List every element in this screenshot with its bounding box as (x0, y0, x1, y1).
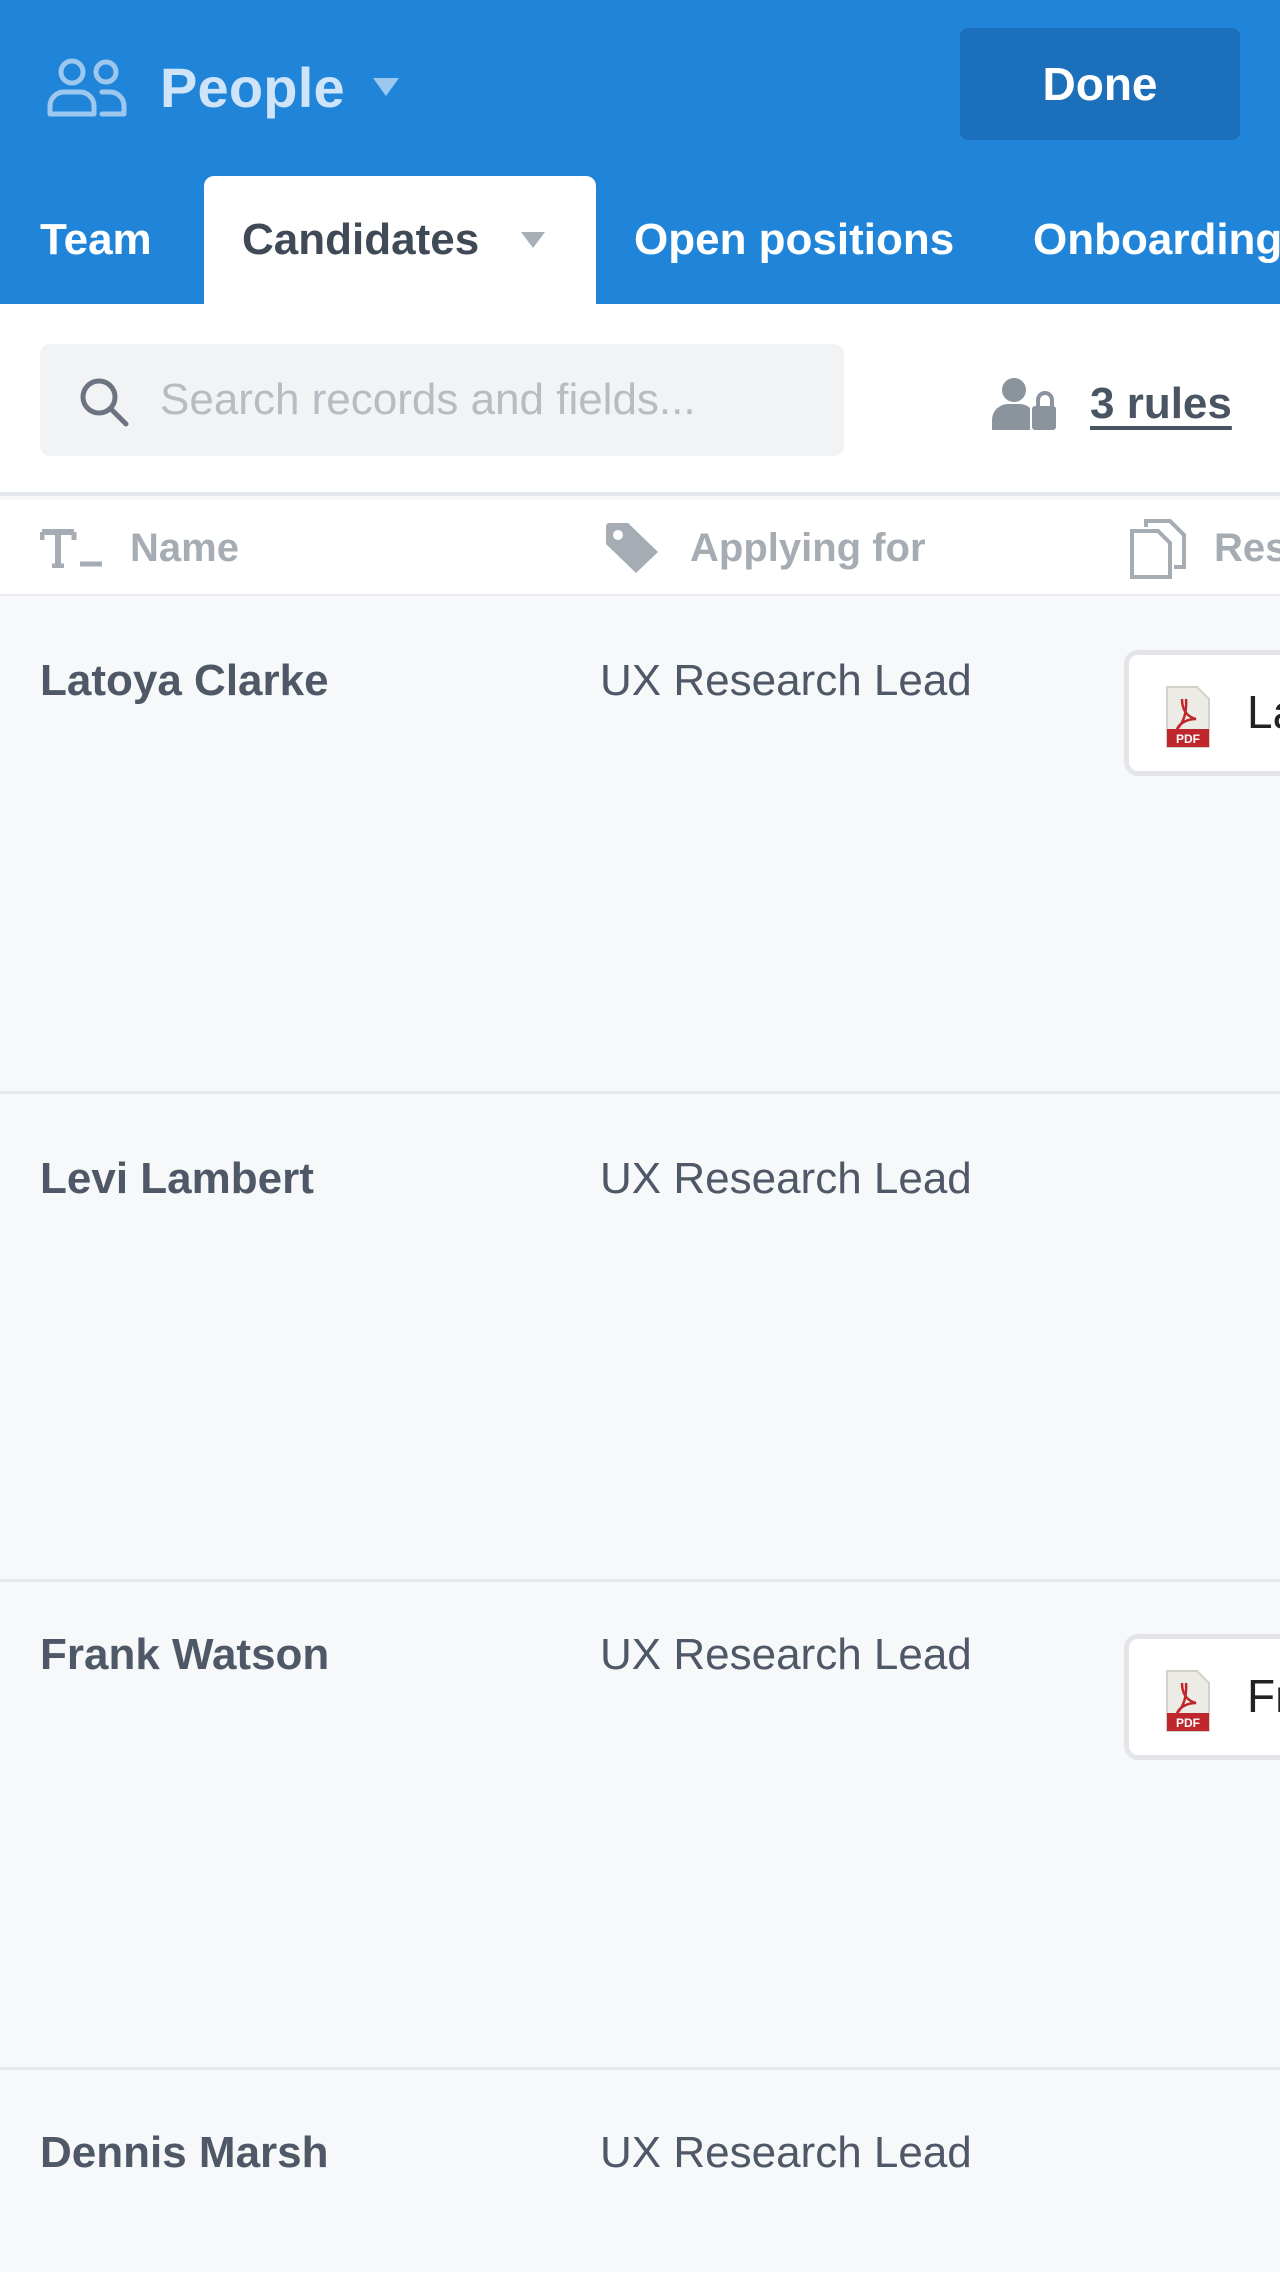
attachment-thumbnail[interactable]: PDF Fr (1124, 1634, 1280, 1760)
rules-button[interactable]: 3 rules (992, 372, 1232, 436)
svg-text:PDF: PDF (1176, 732, 1200, 746)
cell-applying-for: UX Research Lead (600, 1154, 972, 1203)
column-header-resume[interactable]: Resume (1130, 500, 1280, 596)
text-field-icon (40, 529, 102, 568)
rules-label: 3 rules (1090, 379, 1232, 428)
search-icon (80, 378, 129, 427)
tab-onboarding[interactable]: Onboarding (1033, 176, 1280, 304)
column-label: Name (130, 525, 239, 570)
table-tabs: Team Candidates Open positions Onboardin… (0, 176, 1280, 304)
cell-applying-for: UX Research Lead (600, 656, 972, 705)
user-lock-icon (992, 378, 1056, 430)
tab-label: Open positions (634, 215, 955, 264)
tab-label: Candidates (242, 215, 480, 264)
tab-candidates[interactable]: Candidates (204, 176, 596, 304)
cell-applying-for: UX Research Lead (600, 2128, 972, 2177)
toolbar: 3 rules (0, 304, 1280, 496)
base-switcher[interactable]: People (46, 52, 401, 122)
column-header-applying-for[interactable]: Applying for (604, 500, 926, 596)
attachment-icon (1130, 519, 1186, 579)
cell-applying-for: UX Research Lead (600, 1630, 972, 1679)
tab-label: Team (40, 215, 152, 264)
column-label: Resume (1214, 525, 1280, 570)
column-label: Applying for (690, 525, 926, 570)
table-row[interactable]: Latoya Clarke UX Research Lead PDF La (0, 596, 1280, 1094)
tab-team[interactable]: Team (40, 176, 152, 304)
done-button[interactable]: Done (960, 28, 1240, 140)
column-header-name[interactable]: Name (40, 500, 239, 596)
tab-label: Onboarding (1033, 215, 1280, 264)
search-input[interactable] (160, 344, 820, 456)
people-icon (47, 58, 127, 117)
base-name: People (160, 55, 345, 119)
cell-name: Frank Watson (40, 1630, 330, 1679)
svg-text:PDF: PDF (1176, 1716, 1200, 1730)
search-box[interactable] (40, 344, 844, 456)
table-row[interactable]: Levi Lambert UX Research Lead (0, 1094, 1280, 1582)
app-window: People Done Team Candidates Open positio… (0, 0, 1280, 2272)
chevron-down-icon (521, 232, 546, 248)
table-row[interactable]: Frank Watson UX Research Lead PDF Fr (0, 1582, 1280, 2070)
header-bar: People Done Team Candidates Open positio… (0, 0, 1280, 304)
attachment-thumbnail[interactable]: PDF La (1124, 650, 1280, 776)
tab-open-positions[interactable]: Open positions (634, 176, 954, 304)
pdf-icon: PDF (1166, 1670, 1210, 1732)
table-row[interactable]: Dennis Marsh UX Research Lead (0, 2070, 1280, 2272)
chevron-down-icon (372, 78, 399, 96)
attachment-name: La (1247, 686, 1280, 738)
cell-name: Levi Lambert (40, 1154, 314, 1203)
cell-name: Latoya Clarke (40, 656, 329, 705)
cell-name: Dennis Marsh (40, 2128, 329, 2177)
tag-icon (606, 523, 658, 573)
attachment-name: Fr (1247, 1670, 1280, 1722)
column-header-row: Name Applying for Resume (0, 500, 1280, 596)
pdf-icon: PDF (1166, 686, 1210, 748)
